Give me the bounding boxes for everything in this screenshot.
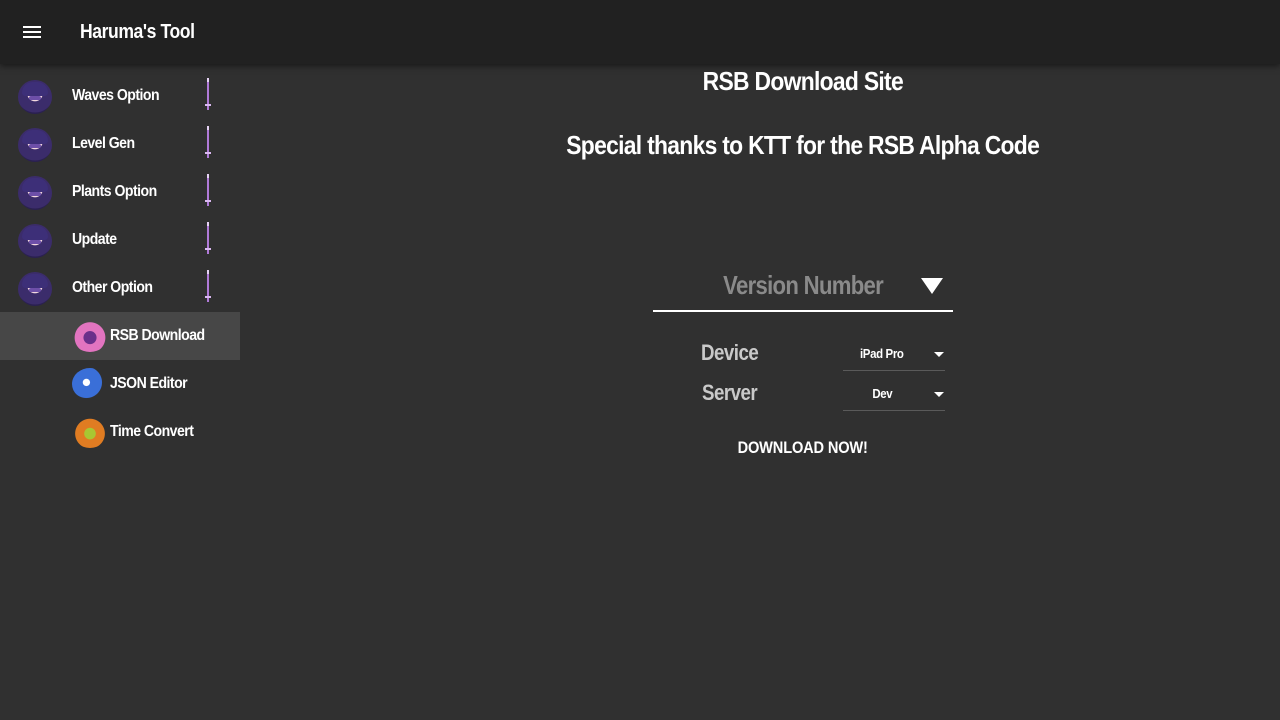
character-avatar-icon: [18, 80, 52, 114]
pink-plant-icon: [72, 320, 108, 352]
sidebar-item-rsb-download[interactable]: RSB Download: [0, 312, 240, 360]
sidebar-item-label: RSB Download: [110, 327, 205, 344]
page-title: RSB Download Site: [702, 66, 904, 96]
chevron-down-icon: [934, 392, 944, 397]
app-title: Haruma's Tool: [80, 20, 195, 43]
sidebar-item-other-option[interactable]: Other Option: [0, 264, 240, 312]
sidebar-nav: Waves Option Level Gen Plants Option Upd…: [0, 72, 240, 720]
server-select[interactable]: Dev: [843, 377, 945, 411]
sidebar-item-label: Other Option: [72, 279, 153, 296]
sidebar-item-label: Level Gen: [72, 135, 135, 152]
sword-icon: [205, 174, 211, 206]
sidebar-item-label: Plants Option: [72, 183, 157, 200]
sword-icon: [205, 270, 211, 302]
character-avatar-icon: [18, 176, 52, 210]
download-now-button[interactable]: DOWNLOAD NOW!: [720, 430, 886, 466]
device-select[interactable]: iPad Pro: [843, 337, 945, 371]
character-avatar-icon: [18, 224, 52, 258]
main-content: RSB Download Site Special thanks to KTT …: [240, 64, 1280, 720]
sidebar-item-update[interactable]: Update: [0, 216, 240, 264]
thanks-heading: Special thanks to KTT for the RSB Alpha …: [566, 130, 1041, 160]
dropdown-triangle-icon: [921, 278, 943, 294]
hamburger-menu-icon[interactable]: [0, 0, 64, 64]
version-number-select[interactable]: Version Number: [653, 262, 953, 312]
device-select-value: iPad Pro: [860, 346, 904, 361]
sidebar-item-label: JSON Editor: [110, 375, 188, 392]
sidebar-item-label: Update: [72, 231, 117, 248]
device-label: Device: [701, 340, 759, 365]
wizard-zombie-icon: [72, 368, 108, 400]
version-number-placeholder: Version Number: [723, 270, 884, 300]
sidebar-item-label: Time Convert: [110, 423, 194, 440]
top-app-bar: Haruma's Tool: [0, 0, 1280, 64]
character-avatar-icon: [18, 272, 52, 306]
sidebar-item-waves-option[interactable]: Waves Option: [0, 72, 240, 120]
sidebar-item-level-gen[interactable]: Level Gen: [0, 120, 240, 168]
sidebar-item-json-editor[interactable]: JSON Editor: [0, 360, 240, 408]
green-plant-icon: [72, 416, 108, 448]
sidebar-item-time-convert[interactable]: Time Convert: [0, 408, 240, 456]
sword-icon: [205, 78, 211, 110]
character-avatar-icon: [18, 128, 52, 162]
server-label: Server: [702, 380, 758, 405]
sidebar-item-plants-option[interactable]: Plants Option: [0, 168, 240, 216]
server-select-value: Dev: [872, 386, 892, 401]
chevron-down-icon: [934, 352, 944, 357]
sword-icon: [205, 222, 211, 254]
sidebar-item-label: Waves Option: [72, 87, 160, 104]
sword-icon: [205, 126, 211, 158]
